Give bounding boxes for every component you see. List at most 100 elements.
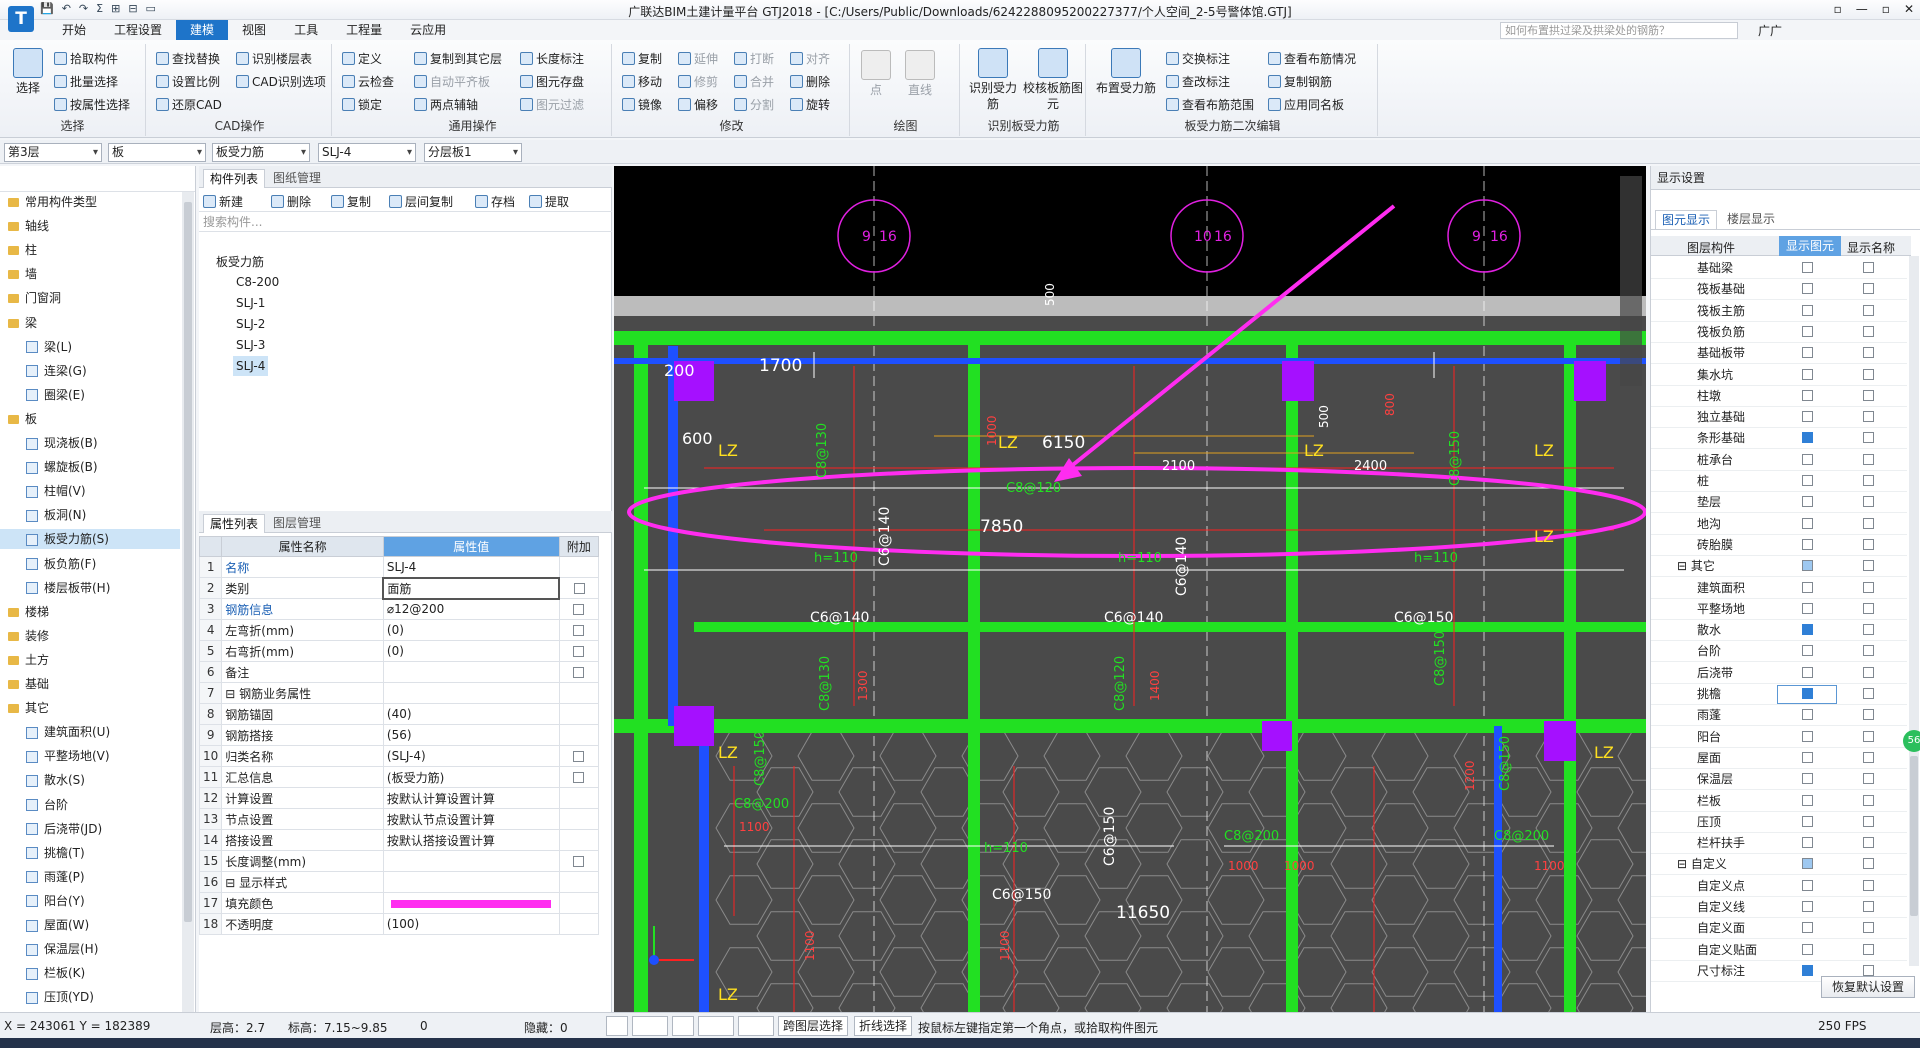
mirror-button[interactable]: 镜像 xyxy=(622,96,662,113)
attach-checkbox[interactable] xyxy=(573,667,585,678)
restore-default-button[interactable]: 恢复默认设置 xyxy=(1821,976,1915,998)
show-element-checkbox[interactable] xyxy=(1802,794,1813,806)
rotate-button[interactable]: 旋转 xyxy=(790,96,830,113)
tree-scrollbar[interactable] xyxy=(182,192,194,1012)
show-name-checkbox[interactable] xyxy=(1863,475,1874,486)
show-name-checkbox[interactable] xyxy=(1863,304,1874,316)
split-button[interactable]: 分割 xyxy=(734,96,774,113)
show-name-checkbox[interactable] xyxy=(1863,773,1874,785)
show-element-checkbox[interactable] xyxy=(1802,475,1813,486)
show-element-checkbox[interactable] xyxy=(1802,837,1813,849)
show-element-checkbox[interactable] xyxy=(1802,709,1813,721)
show-name-checkbox[interactable] xyxy=(1863,879,1874,891)
tree-item[interactable]: 平整场地(V) xyxy=(0,746,180,766)
show-name-checkbox[interactable] xyxy=(1863,347,1874,359)
tab-cloud[interactable]: 云应用 xyxy=(396,20,460,40)
tree-item[interactable]: 雨蓬(P) xyxy=(0,867,180,887)
tree-item[interactable]: 梁 xyxy=(0,313,180,333)
copy-button[interactable]: 复制 xyxy=(622,50,662,67)
property-row[interactable]: 8 钢筋锚固 (40) xyxy=(198,703,600,725)
tree-item[interactable]: 柱 xyxy=(0,240,180,260)
show-element-checkbox[interactable] xyxy=(1802,602,1813,614)
show-name-checkbox[interactable] xyxy=(1863,453,1874,465)
merge-button[interactable]: 合并 xyxy=(734,73,774,90)
tree-item[interactable]: 板受力筋(S) xyxy=(0,529,180,550)
show-element-checkbox[interactable] xyxy=(1802,560,1813,572)
property-extra[interactable] xyxy=(558,598,600,620)
property-extra[interactable] xyxy=(558,871,600,893)
show-name-checkbox[interactable] xyxy=(1863,837,1874,849)
show-name-checkbox[interactable] xyxy=(1863,815,1874,827)
trim-button[interactable]: 修剪 xyxy=(678,73,718,90)
tab-start[interactable]: 开始 xyxy=(48,20,100,40)
property-value[interactable]: 按默认搭接设置计算 xyxy=(382,829,560,851)
auto-flush-button[interactable]: 自动平齐板 xyxy=(414,73,490,90)
attach-checkbox[interactable] xyxy=(573,646,585,657)
property-extra[interactable] xyxy=(558,766,600,788)
show-element-checkbox[interactable] xyxy=(1802,773,1813,785)
show-element-checkbox[interactable] xyxy=(1802,645,1813,657)
attach-checkbox[interactable] xyxy=(573,583,585,594)
identify-floor-table-button[interactable]: 识别楼层表 xyxy=(236,50,312,67)
type-select[interactable]: 板 xyxy=(108,143,206,162)
draw-point-button[interactable]: 点 xyxy=(856,50,896,98)
property-row[interactable]: 9 钢筋搭接 (56) xyxy=(198,724,600,746)
show-element-checkbox[interactable] xyxy=(1802,624,1813,636)
show-name-checkbox[interactable] xyxy=(1863,645,1874,657)
tree-item[interactable]: 板负筋(F) xyxy=(0,554,180,574)
tree-item[interactable]: 门窗洞 xyxy=(0,288,180,308)
show-element-checkbox[interactable] xyxy=(1802,453,1813,465)
cad-options-button[interactable]: CAD识别选项 xyxy=(236,73,326,90)
show-name-checkbox[interactable] xyxy=(1863,432,1874,444)
restore-icon[interactable]: ▫ xyxy=(1834,2,1842,16)
property-value[interactable]: ⌀12@200 xyxy=(382,598,560,620)
tree-item[interactable]: 压顶(YD) xyxy=(0,987,180,1007)
property-extra[interactable] xyxy=(558,682,600,704)
property-extra[interactable] xyxy=(558,619,600,641)
show-name-checkbox[interactable] xyxy=(1863,411,1874,423)
property-value[interactable] xyxy=(382,850,560,872)
tab-element-display[interactable]: 图元显示 xyxy=(1655,210,1718,229)
component-select[interactable]: SLJ-4 xyxy=(318,143,416,162)
tab-modeling[interactable]: 建模 xyxy=(176,20,229,40)
property-value[interactable]: (56) xyxy=(382,724,560,746)
property-value[interactable]: 面筋 xyxy=(382,576,561,600)
show-element-checkbox[interactable] xyxy=(1802,815,1813,827)
show-name-checkbox[interactable] xyxy=(1863,560,1874,572)
show-element-checkbox[interactable] xyxy=(1802,262,1813,273)
view-rebar-status-button[interactable]: 查看布筋情况 xyxy=(1268,50,1356,67)
component-item-selected[interactable]: SLJ-4 xyxy=(233,356,269,376)
close-button[interactable]: ✕ xyxy=(1904,2,1914,16)
property-row[interactable]: 13 节点设置 按默认节点设置计算 xyxy=(198,808,600,830)
tree-item[interactable]: 阳台(Y) xyxy=(0,891,180,911)
component-root[interactable]: 板受力筋 xyxy=(213,252,267,272)
break-button[interactable]: 打断 xyxy=(734,50,774,67)
view-tools[interactable] xyxy=(1620,176,1642,386)
tree-item[interactable]: 基础 xyxy=(0,674,180,694)
attach-checkbox[interactable] xyxy=(573,772,585,783)
property-row[interactable]: 15 长度调整(mm) xyxy=(198,850,600,872)
property-extra[interactable] xyxy=(558,640,600,662)
property-value[interactable] xyxy=(382,892,560,914)
floor-select[interactable]: 第3层 xyxy=(4,143,102,162)
find-replace-button[interactable]: 查找替换 xyxy=(156,50,220,67)
cad-canvas[interactable]: 9 16 10 16 9 16 200 1700 600 6150 7850 1… xyxy=(614,166,1646,1012)
show-name-checkbox[interactable] xyxy=(1863,688,1874,699)
fill-color-swatch[interactable] xyxy=(390,899,551,908)
property-row[interactable]: 14 搭接设置 按默认搭接设置计算 xyxy=(198,829,600,851)
show-name-checkbox[interactable] xyxy=(1863,538,1874,550)
property-extra[interactable] xyxy=(558,829,600,851)
show-element-checkbox[interactable] xyxy=(1802,517,1813,529)
property-value[interactable]: (40) xyxy=(382,703,560,725)
show-element-checkbox[interactable] xyxy=(1802,858,1813,870)
tree-item[interactable]: 散水(S) xyxy=(0,770,180,790)
app-logo[interactable]: T xyxy=(8,6,34,32)
ortho-toggle[interactable] xyxy=(606,1016,628,1036)
show-element-checkbox[interactable] xyxy=(1802,304,1813,316)
show-element-checkbox[interactable] xyxy=(1802,964,1813,976)
tree-item[interactable]: 装修 xyxy=(0,626,180,646)
polyline-select-button[interactable]: 折线选择 xyxy=(854,1016,913,1036)
tree-item[interactable]: 其它 xyxy=(0,698,180,718)
component-item[interactable]: SLJ-1 xyxy=(233,293,268,313)
property-extra[interactable] xyxy=(558,808,600,830)
